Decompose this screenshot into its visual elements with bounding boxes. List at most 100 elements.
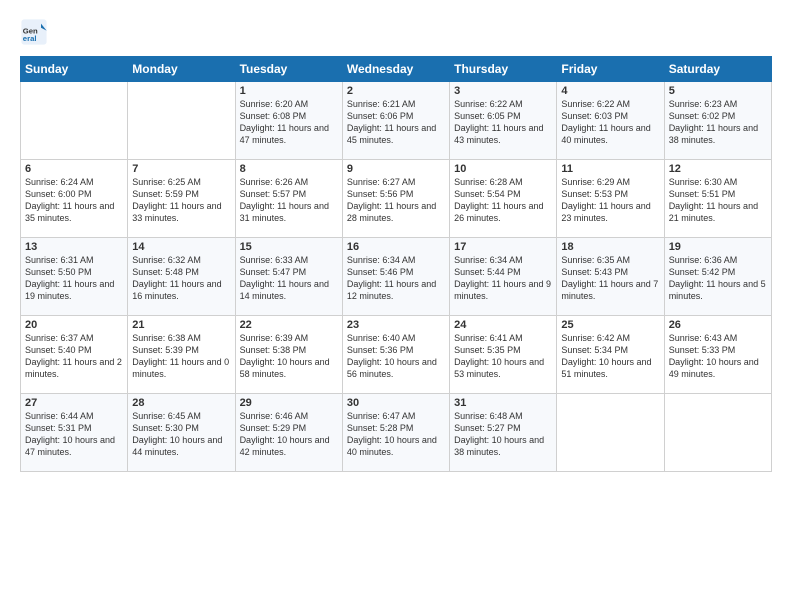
cell-info: Sunrise: 6:30 AMSunset: 5:51 PMDaylight:… [669, 176, 767, 225]
cell-info: Sunrise: 6:48 AMSunset: 5:27 PMDaylight:… [454, 410, 552, 459]
day-number: 26 [669, 319, 767, 331]
day-number: 1 [240, 85, 338, 97]
day-cell: 23Sunrise: 6:40 AMSunset: 5:36 PMDayligh… [342, 316, 449, 394]
day-number: 19 [669, 241, 767, 253]
week-row-1: 1Sunrise: 6:20 AMSunset: 6:08 PMDaylight… [21, 82, 772, 160]
cell-info: Sunrise: 6:22 AMSunset: 6:03 PMDaylight:… [561, 98, 659, 147]
day-cell: 28Sunrise: 6:45 AMSunset: 5:30 PMDayligh… [128, 394, 235, 472]
day-number: 8 [240, 163, 338, 175]
cell-info: Sunrise: 6:23 AMSunset: 6:02 PMDaylight:… [669, 98, 767, 147]
day-number: 11 [561, 163, 659, 175]
cell-info: Sunrise: 6:21 AMSunset: 6:06 PMDaylight:… [347, 98, 445, 147]
cell-info: Sunrise: 6:35 AMSunset: 5:43 PMDaylight:… [561, 254, 659, 303]
day-number: 10 [454, 163, 552, 175]
day-cell [557, 394, 664, 472]
header: Gen eral [20, 18, 772, 46]
logo: Gen eral [20, 18, 50, 46]
week-row-3: 13Sunrise: 6:31 AMSunset: 5:50 PMDayligh… [21, 238, 772, 316]
col-header-monday: Monday [128, 57, 235, 82]
day-number: 20 [25, 319, 123, 331]
logo-icon: Gen eral [20, 18, 48, 46]
day-cell: 27Sunrise: 6:44 AMSunset: 5:31 PMDayligh… [21, 394, 128, 472]
day-number: 30 [347, 397, 445, 409]
cell-info: Sunrise: 6:28 AMSunset: 5:54 PMDaylight:… [454, 176, 552, 225]
cell-info: Sunrise: 6:45 AMSunset: 5:30 PMDaylight:… [132, 410, 230, 459]
day-cell: 17Sunrise: 6:34 AMSunset: 5:44 PMDayligh… [450, 238, 557, 316]
svg-text:eral: eral [23, 34, 37, 43]
cell-info: Sunrise: 6:37 AMSunset: 5:40 PMDaylight:… [25, 332, 123, 381]
col-header-thursday: Thursday [450, 57, 557, 82]
day-number: 3 [454, 85, 552, 97]
cell-info: Sunrise: 6:33 AMSunset: 5:47 PMDaylight:… [240, 254, 338, 303]
day-number: 23 [347, 319, 445, 331]
day-number: 29 [240, 397, 338, 409]
cell-info: Sunrise: 6:34 AMSunset: 5:44 PMDaylight:… [454, 254, 552, 303]
cell-info: Sunrise: 6:41 AMSunset: 5:35 PMDaylight:… [454, 332, 552, 381]
day-number: 18 [561, 241, 659, 253]
day-number: 4 [561, 85, 659, 97]
cell-info: Sunrise: 6:47 AMSunset: 5:28 PMDaylight:… [347, 410, 445, 459]
day-number: 16 [347, 241, 445, 253]
week-row-5: 27Sunrise: 6:44 AMSunset: 5:31 PMDayligh… [21, 394, 772, 472]
col-header-tuesday: Tuesday [235, 57, 342, 82]
cell-info: Sunrise: 6:44 AMSunset: 5:31 PMDaylight:… [25, 410, 123, 459]
day-cell [664, 394, 771, 472]
day-number: 13 [25, 241, 123, 253]
day-cell: 21Sunrise: 6:38 AMSunset: 5:39 PMDayligh… [128, 316, 235, 394]
day-number: 21 [132, 319, 230, 331]
day-cell: 14Sunrise: 6:32 AMSunset: 5:48 PMDayligh… [128, 238, 235, 316]
day-cell [21, 82, 128, 160]
day-number: 28 [132, 397, 230, 409]
day-number: 7 [132, 163, 230, 175]
day-cell: 2Sunrise: 6:21 AMSunset: 6:06 PMDaylight… [342, 82, 449, 160]
week-row-2: 6Sunrise: 6:24 AMSunset: 6:00 PMDaylight… [21, 160, 772, 238]
day-cell: 31Sunrise: 6:48 AMSunset: 5:27 PMDayligh… [450, 394, 557, 472]
day-cell: 29Sunrise: 6:46 AMSunset: 5:29 PMDayligh… [235, 394, 342, 472]
day-number: 22 [240, 319, 338, 331]
cell-info: Sunrise: 6:22 AMSunset: 6:05 PMDaylight:… [454, 98, 552, 147]
day-number: 9 [347, 163, 445, 175]
header-row: SundayMondayTuesdayWednesdayThursdayFrid… [21, 57, 772, 82]
week-row-4: 20Sunrise: 6:37 AMSunset: 5:40 PMDayligh… [21, 316, 772, 394]
day-cell: 19Sunrise: 6:36 AMSunset: 5:42 PMDayligh… [664, 238, 771, 316]
day-cell: 7Sunrise: 6:25 AMSunset: 5:59 PMDaylight… [128, 160, 235, 238]
day-cell: 8Sunrise: 6:26 AMSunset: 5:57 PMDaylight… [235, 160, 342, 238]
day-number: 14 [132, 241, 230, 253]
cell-info: Sunrise: 6:39 AMSunset: 5:38 PMDaylight:… [240, 332, 338, 381]
cell-info: Sunrise: 6:31 AMSunset: 5:50 PMDaylight:… [25, 254, 123, 303]
day-number: 17 [454, 241, 552, 253]
day-cell: 4Sunrise: 6:22 AMSunset: 6:03 PMDaylight… [557, 82, 664, 160]
day-cell: 15Sunrise: 6:33 AMSunset: 5:47 PMDayligh… [235, 238, 342, 316]
col-header-friday: Friday [557, 57, 664, 82]
day-number: 12 [669, 163, 767, 175]
day-cell: 25Sunrise: 6:42 AMSunset: 5:34 PMDayligh… [557, 316, 664, 394]
cell-info: Sunrise: 6:32 AMSunset: 5:48 PMDaylight:… [132, 254, 230, 303]
day-cell: 11Sunrise: 6:29 AMSunset: 5:53 PMDayligh… [557, 160, 664, 238]
cell-info: Sunrise: 6:27 AMSunset: 5:56 PMDaylight:… [347, 176, 445, 225]
day-number: 24 [454, 319, 552, 331]
day-cell: 20Sunrise: 6:37 AMSunset: 5:40 PMDayligh… [21, 316, 128, 394]
day-cell: 5Sunrise: 6:23 AMSunset: 6:02 PMDaylight… [664, 82, 771, 160]
day-cell: 16Sunrise: 6:34 AMSunset: 5:46 PMDayligh… [342, 238, 449, 316]
col-header-saturday: Saturday [664, 57, 771, 82]
day-number: 5 [669, 85, 767, 97]
day-cell: 12Sunrise: 6:30 AMSunset: 5:51 PMDayligh… [664, 160, 771, 238]
day-cell: 13Sunrise: 6:31 AMSunset: 5:50 PMDayligh… [21, 238, 128, 316]
cell-info: Sunrise: 6:36 AMSunset: 5:42 PMDaylight:… [669, 254, 767, 303]
calendar-table: SundayMondayTuesdayWednesdayThursdayFrid… [20, 56, 772, 472]
day-cell: 24Sunrise: 6:41 AMSunset: 5:35 PMDayligh… [450, 316, 557, 394]
day-number: 27 [25, 397, 123, 409]
day-cell: 6Sunrise: 6:24 AMSunset: 6:00 PMDaylight… [21, 160, 128, 238]
cell-info: Sunrise: 6:25 AMSunset: 5:59 PMDaylight:… [132, 176, 230, 225]
day-cell: 9Sunrise: 6:27 AMSunset: 5:56 PMDaylight… [342, 160, 449, 238]
cell-info: Sunrise: 6:43 AMSunset: 5:33 PMDaylight:… [669, 332, 767, 381]
day-cell [128, 82, 235, 160]
cell-info: Sunrise: 6:40 AMSunset: 5:36 PMDaylight:… [347, 332, 445, 381]
cell-info: Sunrise: 6:38 AMSunset: 5:39 PMDaylight:… [132, 332, 230, 381]
cell-info: Sunrise: 6:29 AMSunset: 5:53 PMDaylight:… [561, 176, 659, 225]
day-cell: 3Sunrise: 6:22 AMSunset: 6:05 PMDaylight… [450, 82, 557, 160]
day-cell: 18Sunrise: 6:35 AMSunset: 5:43 PMDayligh… [557, 238, 664, 316]
day-cell: 26Sunrise: 6:43 AMSunset: 5:33 PMDayligh… [664, 316, 771, 394]
day-number: 31 [454, 397, 552, 409]
col-header-wednesday: Wednesday [342, 57, 449, 82]
